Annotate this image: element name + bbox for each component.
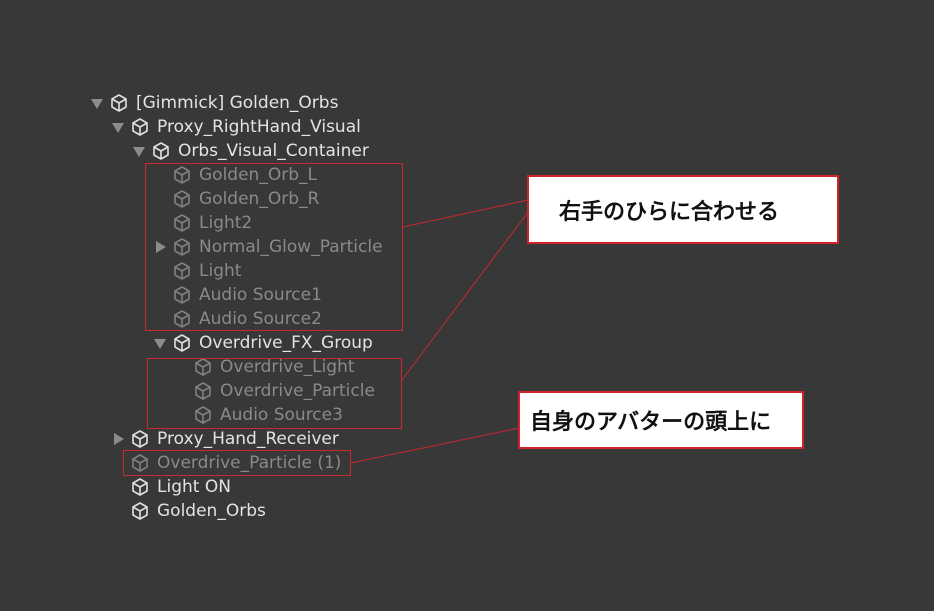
tree-item-proxy-hand-receiver[interactable]: Proxy_Hand_Receiver: [0, 427, 400, 451]
expand-arrow-down-icon[interactable]: [133, 147, 145, 157]
tree-item-golden-orbs[interactable]: Golden_Orbs: [0, 499, 400, 523]
gameobject-cube-icon: [132, 118, 148, 136]
tree-item-label: Proxy_Hand_Receiver: [157, 429, 339, 449]
annotation-callout-palm: 右手のひらに合わせる: [527, 175, 839, 244]
tree-item-proxy-righthand-visual[interactable]: Proxy_RightHand_Visual: [0, 115, 400, 139]
expand-arrow-down-icon[interactable]: [91, 99, 103, 109]
annotation-text: 自身のアバターの頭上に: [530, 410, 772, 435]
gameobject-cube-icon: [111, 94, 127, 112]
tree-item-label: Golden_Orbs: [157, 501, 266, 521]
gameobject-cube-icon: [153, 142, 169, 160]
highlight-orbs-children-box: [145, 163, 403, 331]
tree-item-light-on[interactable]: Light ON: [0, 475, 400, 499]
tree-item-label: Light ON: [157, 477, 231, 497]
connector-line-palm-bottom: [401, 211, 529, 381]
highlight-overdrive-children-box: [147, 358, 402, 429]
tree-item-label: [Gimmick] Golden_Orbs: [136, 93, 339, 113]
annotation-callout-head: 自身のアバターの頭上に: [518, 391, 804, 449]
gameobject-cube-icon: [132, 430, 148, 448]
annotation-text: 右手のひらに合わせる: [559, 199, 780, 225]
expand-arrow-right-icon[interactable]: [114, 433, 124, 445]
tree-item-overdrive-fx-group[interactable]: Overdrive_FX_Group: [0, 331, 400, 355]
tree-item-orbs-visual-container[interactable]: Orbs_Visual_Container: [0, 139, 400, 163]
tree-item-label: Overdrive_FX_Group: [199, 333, 373, 353]
tree-item-label: Proxy_RightHand_Visual: [157, 117, 361, 137]
expand-arrow-down-icon[interactable]: [112, 123, 124, 133]
expand-arrow-down-icon[interactable]: [154, 339, 166, 349]
highlight-overdrive-particle-1-box: [123, 450, 351, 476]
gameobject-cube-icon: [132, 502, 148, 520]
gameobject-cube-icon: [174, 334, 190, 352]
tree-item-gimmick-golden-orbs[interactable]: [Gimmick] Golden_Orbs: [0, 91, 400, 115]
tree-item-label: Orbs_Visual_Container: [178, 141, 369, 161]
connector-line-palm-top: [402, 199, 529, 228]
gameobject-cube-icon: [132, 478, 148, 496]
